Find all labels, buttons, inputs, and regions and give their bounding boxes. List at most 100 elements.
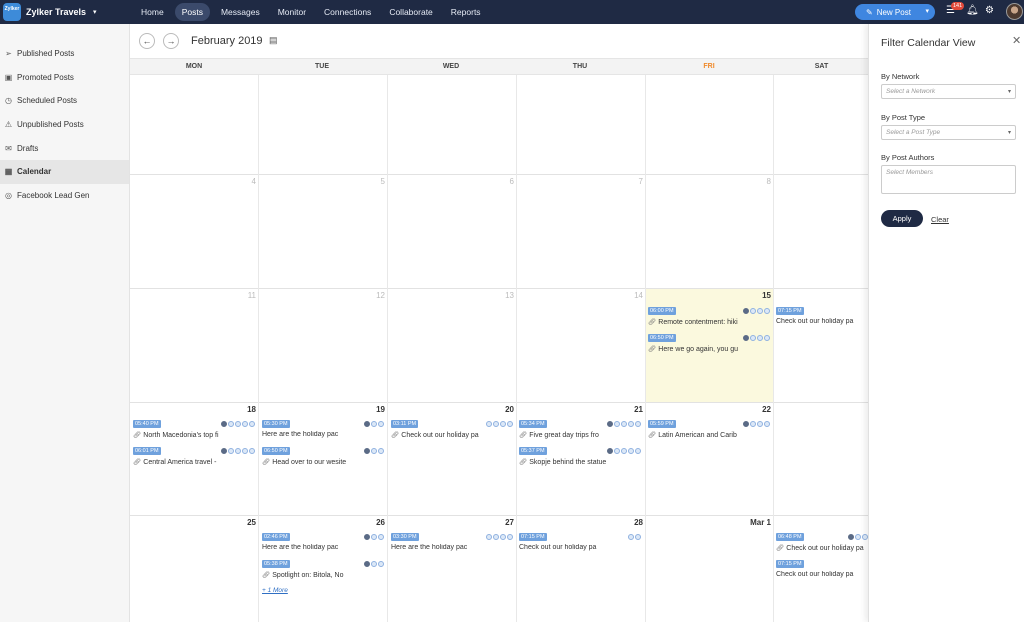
post-type-select[interactable]: Select a Post Type ▾ xyxy=(881,125,1016,140)
calendar-post[interactable]: 05:40 PM 🔗︎ North Macedonia's top fi xyxy=(133,420,255,446)
day-number: 19 xyxy=(376,405,385,414)
post-text: 🔗︎ North Macedonia's top fi xyxy=(133,432,219,439)
calendar-post[interactable]: 06:50 PM 🔗︎ Here we go again, you gu xyxy=(648,334,770,360)
main-nav: Home Posts Messages Monitor Connections … xyxy=(134,3,488,21)
sidebar-item-label: Drafts xyxy=(17,143,39,153)
network-icons xyxy=(486,421,513,427)
network-icons xyxy=(848,534,868,540)
nav-home[interactable]: Home xyxy=(134,3,171,21)
post-text: 🔗︎ Here we go again, you gu xyxy=(648,346,739,353)
day-number: 18 xyxy=(247,405,256,414)
day-number: 11 xyxy=(247,291,256,300)
previous-month-button[interactable]: ← xyxy=(139,33,155,49)
user-avatar[interactable] xyxy=(1006,3,1023,20)
row-divider xyxy=(130,174,870,175)
sidebar-item-scheduled-posts[interactable]: ◷ Scheduled Posts xyxy=(0,89,129,113)
promote-icon: ▣ xyxy=(4,72,13,82)
day-number: 6 xyxy=(509,177,514,186)
brand-switcher[interactable]: Zylker Zylker Travels ▾ xyxy=(3,2,97,22)
calendar-post[interactable]: 06:01 PM 🔗︎ Central America travel - xyxy=(133,447,255,473)
clear-link[interactable]: Clear xyxy=(931,215,949,224)
calendar-post[interactable]: 05:38 PM 🔗︎ Spotlight on: Bitola, No xyxy=(262,560,384,586)
notification-count-badge: 141 xyxy=(951,2,965,10)
sidebar-item-label: Published Posts xyxy=(17,49,75,59)
day-number: 13 xyxy=(505,291,514,300)
sidebar-item-facebook-lead-gen[interactable]: ◎ Facebook Lead Gen xyxy=(0,184,129,208)
post-text: 🔗︎ Five great day trips fro xyxy=(519,432,599,439)
arrow-left-icon: ← xyxy=(142,36,152,46)
column-divider xyxy=(645,75,646,622)
network-icons xyxy=(743,335,770,341)
sidebar-item-label: Scheduled Posts xyxy=(17,96,78,106)
sidebar-item-drafts[interactable]: ✉ Drafts xyxy=(0,136,129,160)
send-icon: ➢ xyxy=(5,49,12,59)
calendar-search-icon[interactable]: ▤ xyxy=(269,35,278,46)
sidebar-item-published-posts[interactable]: ➢ Published Posts xyxy=(0,42,129,66)
calendar-post[interactable]: 02:46 PM Here are the holiday pac xyxy=(262,533,384,559)
calendar-post[interactable]: 05:37 PM 🔗︎ Skopje behind the statue xyxy=(519,447,641,473)
day-number: 25 xyxy=(247,518,256,527)
post-time: 05:34 PM xyxy=(519,420,547,428)
calendar-post[interactable]: 06:48 PM 🔗︎ Check out our holiday pa xyxy=(776,533,868,559)
nav-reports[interactable]: Reports xyxy=(444,3,488,21)
nav-collaborate[interactable]: Collaborate xyxy=(382,3,439,21)
sidebar-item-label: Unpublished Posts xyxy=(17,120,84,130)
post-time: 05:30 PM xyxy=(262,420,290,428)
calendar-post[interactable]: 05:59 PM 🔗︎ Latin American and Carib xyxy=(648,420,770,446)
post-time: 07:15 PM xyxy=(519,533,547,541)
chevron-down-icon: ▾ xyxy=(93,9,97,16)
calendar-post[interactable]: 03:11 PM 🔗︎ Check out our holiday pa xyxy=(391,420,513,446)
calendar-icon: ▦ xyxy=(4,167,13,177)
network-select[interactable]: Select a Network ▾ xyxy=(881,84,1016,99)
next-month-button[interactable]: → xyxy=(163,33,179,49)
day-number: 4 xyxy=(251,177,256,186)
calendar-post[interactable]: 03:30 PM Here are the holiday pac xyxy=(391,533,513,559)
nav-connections[interactable]: Connections xyxy=(317,3,378,21)
sidebar-item-promoted-posts[interactable]: ▣ Promoted Posts xyxy=(0,66,129,90)
network-icons xyxy=(486,534,513,540)
calendar-post[interactable]: 07:15 PM Check out our holiday pa xyxy=(776,560,868,586)
post-text: 🔗︎ Spotlight on: Bitola, No xyxy=(262,572,344,579)
more-posts-link[interactable]: + 1 More xyxy=(262,587,288,594)
nav-messages[interactable]: Messages xyxy=(214,3,267,21)
calendar-post[interactable]: 05:30 PM Here are the holiday pac xyxy=(262,420,384,446)
weekday-sat: SAT xyxy=(814,63,829,70)
sidebar-item-unpublished-posts[interactable]: ⚠ Unpublished Posts xyxy=(0,113,129,137)
close-icon[interactable]: ✕ xyxy=(1012,34,1021,47)
post-time: 07:15 PM xyxy=(776,307,804,315)
day-number: 14 xyxy=(634,291,643,300)
nav-posts[interactable]: Posts xyxy=(174,3,210,21)
network-icons xyxy=(221,448,255,454)
members-input[interactable]: Select Members xyxy=(881,165,1016,194)
network-icons xyxy=(607,448,641,454)
network-icons xyxy=(364,561,384,567)
weekday-tue: TUE xyxy=(315,63,329,70)
weekday-fri: FRI xyxy=(703,63,715,70)
sidebar-item-label: Promoted Posts xyxy=(17,72,74,82)
post-text: 🔗︎ Central America travel - xyxy=(133,459,217,466)
network-icons xyxy=(743,308,770,314)
calendar-post[interactable]: 07:15 PM Check out our holiday pa xyxy=(519,533,641,559)
calendar-post[interactable]: 05:34 PM 🔗︎ Five great day trips fro xyxy=(519,420,641,446)
day-number: 21 xyxy=(634,405,643,414)
bell-icon[interactable]: 🔔︎ xyxy=(966,5,979,16)
calendar-post[interactable]: 07:15 PM Check out our holiday pa xyxy=(776,307,868,333)
column-divider xyxy=(258,75,259,622)
post-text: Here are the holiday pac xyxy=(262,431,339,438)
link-icon: 🔗︎ xyxy=(648,432,657,439)
new-post-button[interactable]: ✎ New Post ▾ xyxy=(855,4,935,20)
row-divider xyxy=(130,288,870,289)
apply-button[interactable]: Apply xyxy=(881,210,923,227)
pencil-icon: ✎ xyxy=(866,7,873,17)
sidebar-item-calendar[interactable]: ▦ Calendar xyxy=(0,159,129,184)
drafts-icon: ✉ xyxy=(5,143,12,153)
gear-icon[interactable]: ⚙ xyxy=(985,5,994,16)
chevron-down-icon[interactable]: ▾ xyxy=(925,7,929,15)
column-divider xyxy=(516,75,517,622)
nav-monitor[interactable]: Monitor xyxy=(271,3,313,21)
link-icon: 🔗︎ xyxy=(391,432,400,439)
calendar-post[interactable]: 06:00 PM 🔗︎ Remote contentment: hiki xyxy=(648,307,770,333)
day-number: 27 xyxy=(505,518,514,527)
day-number: 7 xyxy=(638,177,643,186)
calendar-post[interactable]: 06:50 PM 🔗︎ Head over to our wesite xyxy=(262,447,384,473)
